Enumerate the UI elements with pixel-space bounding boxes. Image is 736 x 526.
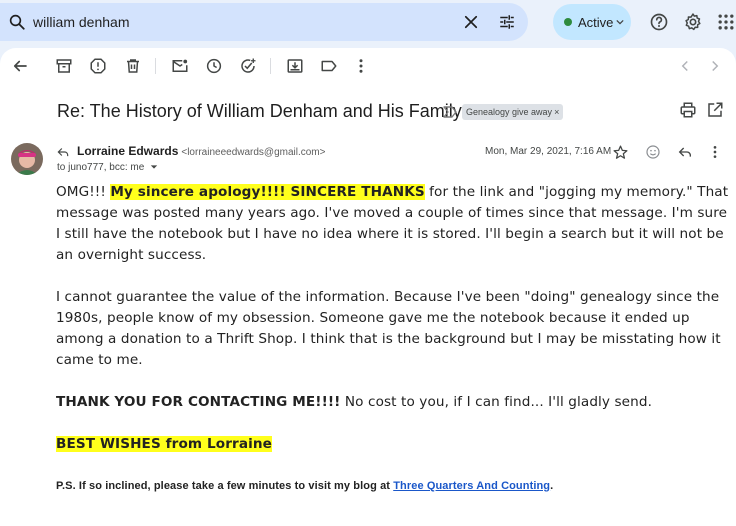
sender-name[interactable]: Lorraine Edwards bbox=[77, 144, 178, 158]
label-chip-text: Genealogy give away bbox=[466, 107, 553, 117]
apps-grid-icon[interactable] bbox=[716, 12, 736, 32]
recipients-text: to juno777, bcc: me bbox=[57, 162, 145, 173]
reply-icon[interactable] bbox=[677, 144, 693, 160]
signature-highlight: BEST WISHES from Lorraine bbox=[56, 436, 272, 452]
help-icon[interactable] bbox=[649, 12, 669, 32]
toolbar-divider bbox=[270, 58, 271, 74]
search-options-icon[interactable] bbox=[498, 13, 516, 31]
add-task-icon[interactable] bbox=[239, 57, 257, 75]
mark-unread-icon[interactable] bbox=[171, 57, 189, 75]
label-chip[interactable]: Genealogy give away × bbox=[462, 104, 564, 120]
ps-text: . bbox=[550, 480, 554, 492]
importance-marker-icon[interactable] bbox=[442, 105, 458, 119]
delete-trash-icon[interactable] bbox=[124, 57, 142, 75]
body-text: OMG!!! bbox=[56, 184, 111, 200]
open-in-new-window-icon[interactable] bbox=[706, 101, 724, 119]
toolbar-divider bbox=[155, 58, 156, 74]
email-toolbar bbox=[0, 48, 736, 84]
search-icon[interactable] bbox=[8, 13, 26, 31]
back-arrow-icon[interactable] bbox=[11, 57, 29, 75]
emoji-reaction-icon[interactable] bbox=[645, 144, 661, 160]
chevron-left-icon[interactable] bbox=[676, 57, 694, 75]
search-input[interactable]: william denham bbox=[33, 14, 129, 30]
highlighted-text: My sincere apology!!!! SINCERE THANKS bbox=[110, 184, 425, 200]
email-body: OMG!!! My sincere apology!!!! SINCERE TH… bbox=[56, 182, 732, 518]
archive-icon[interactable] bbox=[55, 57, 73, 75]
bold-text: THANK YOU FOR CONTACTING ME!!!! bbox=[56, 394, 341, 410]
caret-down-icon[interactable] bbox=[150, 164, 158, 170]
body-paragraph-1: OMG!!! My sincere apology!!!! SINCERE TH… bbox=[56, 182, 732, 266]
sender-info: Lorraine Edwards <lorraineeedwards@gmail.… bbox=[77, 144, 325, 158]
body-text: No cost to you, if I can find... I'll gl… bbox=[340, 394, 653, 410]
body-paragraph-2: I cannot guarantee the value of the info… bbox=[56, 289, 721, 368]
top-bar: william denham Active bbox=[0, 0, 736, 44]
sender-email: <lorraineeedwards@gmail.com> bbox=[181, 147, 326, 158]
snooze-clock-icon[interactable] bbox=[205, 57, 223, 75]
close-icon[interactable] bbox=[462, 13, 480, 31]
status-dot bbox=[564, 18, 572, 26]
recipients-line[interactable]: to juno777, bcc: me bbox=[57, 162, 158, 173]
ps-text: P.S. If so inclined, please take a few m… bbox=[56, 480, 394, 492]
avatar-photo bbox=[11, 143, 43, 175]
body-paragraph-4: BEST WISHES from Lorraine bbox=[56, 434, 732, 455]
email-date: Mon, Mar 29, 2021, 7:16 AM bbox=[485, 146, 612, 157]
label-tag-icon[interactable] bbox=[320, 57, 338, 75]
star-icon[interactable] bbox=[612, 144, 629, 161]
print-icon[interactable] bbox=[679, 101, 697, 119]
email-view: Re: The History of William Denham and Hi… bbox=[0, 48, 736, 526]
avatar[interactable] bbox=[11, 143, 43, 175]
move-to-icon[interactable] bbox=[286, 57, 304, 75]
chevron-right-icon[interactable] bbox=[706, 57, 724, 75]
label-remove-button[interactable]: × bbox=[554, 107, 559, 117]
blog-link[interactable]: Three Quarters And Counting bbox=[393, 480, 550, 492]
report-spam-icon[interactable] bbox=[89, 57, 107, 75]
message-more-icon[interactable] bbox=[707, 144, 723, 160]
postscript: P.S. If so inclined, please take a few m… bbox=[56, 476, 732, 497]
email-subject: Re: The History of William Denham and Hi… bbox=[57, 101, 462, 121]
status-button[interactable]: Active bbox=[553, 4, 631, 40]
reply-arrow-icon bbox=[57, 148, 69, 157]
search-bar[interactable]: william denham bbox=[0, 3, 528, 41]
status-label: Active bbox=[578, 15, 614, 30]
more-options-icon[interactable] bbox=[352, 57, 370, 75]
body-paragraph-3: THANK YOU FOR CONTACTING ME!!!! No cost … bbox=[56, 392, 732, 413]
settings-gear-icon[interactable] bbox=[683, 12, 703, 32]
chevron-down-icon bbox=[616, 19, 624, 25]
